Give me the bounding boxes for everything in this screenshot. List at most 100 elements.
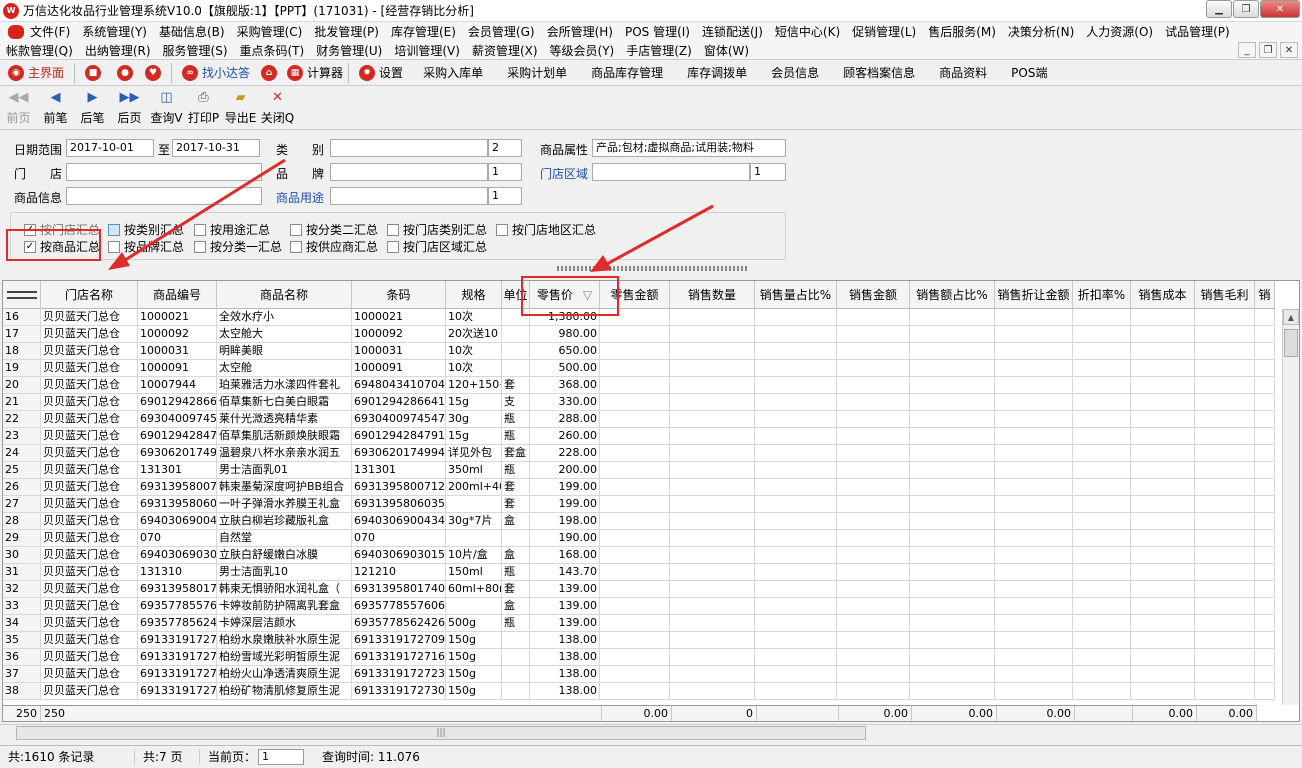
by-category-checkbox[interactable]: 按类别汇总 <box>108 221 184 238</box>
quick-link[interactable]: POS端 <box>999 64 1059 81</box>
category-input[interactable] <box>330 139 488 157</box>
house-button[interactable]: ⌂ <box>258 64 284 81</box>
menu-item[interactable]: 试品管理(P) <box>1159 23 1236 40</box>
menu-item[interactable]: 会员管理(G) <box>462 23 541 40</box>
menu-item[interactable]: 重点条码(T) <box>234 42 311 59</box>
menu-item[interactable]: 薪资管理(X) <box>466 42 544 59</box>
shield-button[interactable]: ♥ <box>141 64 169 81</box>
settings-button[interactable]: ✹ 设置 <box>351 64 411 81</box>
column-header-sales-amount-pct[interactable]: 销售额占比% <box>910 281 995 309</box>
table-row[interactable]: 31 贝贝蓝天门总仓 131310 男士洁面乳10 121210 150ml 瓶 143.70 <box>3 564 1275 581</box>
table-row[interactable]: 23贝贝蓝天门总仓6901294284791佰草集肌活新颜焕肤眼霜6901294… <box>3 428 1275 445</box>
menu-item[interactable]: 文件(F) <box>24 23 76 40</box>
menu-item[interactable]: 系统管理(Y) <box>76 23 153 40</box>
product-usage-input[interactable] <box>330 187 488 205</box>
column-header-more[interactable]: 销 <box>1255 281 1275 309</box>
last-page-button[interactable]: ▶▶ 后页 <box>111 86 148 129</box>
table-row[interactable]: 20 贝贝蓝天门总仓 10007944 珀莱雅活力水漾四件套礼 694804341070… <box>3 377 1275 394</box>
column-header-disc-amount[interactable]: 销售折让金额 <box>995 281 1073 309</box>
table-row[interactable]: 16 贝贝蓝天门总仓 1000021 全效水疗小 1000021 10次 1,380.00 <box>3 309 1275 326</box>
menu-item[interactable]: 批发管理(P) <box>308 23 385 40</box>
column-header-cost[interactable]: 销售成本 <box>1131 281 1195 309</box>
menu-item[interactable]: 连锁配送(J) <box>696 23 769 40</box>
menu-item[interactable]: POS 管理(I) <box>619 23 696 40</box>
store-input[interactable] <box>66 163 262 181</box>
by-cat1-checkbox[interactable]: 按分类一汇总 <box>194 238 282 255</box>
column-header-store[interactable]: 门店名称 <box>41 281 138 309</box>
quick-link[interactable]: 采购入库单 <box>411 64 495 81</box>
menu-item[interactable]: 库存管理(E) <box>385 23 462 40</box>
menu-item[interactable]: 服务管理(S) <box>157 42 234 59</box>
quick-link[interactable]: 顾客档案信息 <box>831 64 927 81</box>
table-row[interactable]: 38贝贝蓝天门总仓6913319172730柏纷矿物清肌修复原生泥6913319… <box>3 683 1275 700</box>
menu-item[interactable]: 基础信息(B) <box>153 23 231 40</box>
column-header-sales-qty-pct[interactable]: 销售量占比% <box>755 281 837 309</box>
menu-item[interactable]: 出纳管理(R) <box>79 42 157 59</box>
table-row[interactable]: 22贝贝蓝天门总仓6930400974547莱什光溦透亮精华素693040097… <box>3 411 1275 428</box>
store-region-input[interactable] <box>592 163 750 181</box>
menu-item[interactable]: 决策分析(N) <box>1002 23 1080 40</box>
column-header-barcode[interactable]: 条码 <box>352 281 446 309</box>
menu-item[interactable]: 手店管理(Z) <box>620 42 698 59</box>
table-row[interactable]: 29 贝贝蓝天门总仓 070 自然堂 070 190.00 <box>3 530 1275 547</box>
date-from-input[interactable]: 2017-10-01 <box>66 139 154 157</box>
product-usage-count[interactable]: 1 <box>488 187 522 205</box>
close-button[interactable]: ✕ 关闭Q <box>259 86 296 129</box>
menu-item[interactable]: 会所管理(H) <box>541 23 619 40</box>
next-record-button[interactable]: ▶ 后笔 <box>74 86 111 129</box>
column-header-sales-amount[interactable]: 销售金额 <box>837 281 910 309</box>
table-row[interactable]: 35贝贝蓝天门总仓6913319172709柏纷水泉嫩肤补水原生泥6913319… <box>3 632 1275 649</box>
column-header-code[interactable]: 商品编号 <box>138 281 217 309</box>
date-to-input[interactable]: 2017-10-31 <box>172 139 260 157</box>
category-count[interactable]: 2 <box>488 139 522 157</box>
store-region-count[interactable]: 1 <box>750 163 786 181</box>
table-row[interactable]: 28贝贝蓝天门总仓6940306900434立肤白柳岩珍藏版礼盒69403069… <box>3 513 1275 530</box>
scroll-up-icon[interactable]: ▲ <box>1283 309 1299 325</box>
column-header-sales-qty[interactable]: 销售数量 <box>670 281 755 309</box>
table-row[interactable]: 18 贝贝蓝天门总仓 1000031 明眸美眼 1000031 10次 650.00 <box>3 343 1275 360</box>
menu-item[interactable]: 培训管理(V) <box>388 42 466 59</box>
find-helper-button[interactable]: ∞ 找小达答 <box>174 64 258 81</box>
first-page-button[interactable]: ◀◀ 前页 <box>0 86 37 129</box>
lock-button[interactable]: ■ <box>77 64 113 81</box>
column-header-profit[interactable]: 销售毛利 <box>1195 281 1255 309</box>
table-row[interactable]: 36贝贝蓝天门总仓6913319172716柏纷雪域光彩明皙原生泥6913319… <box>3 649 1275 666</box>
restore-button[interactable]: ❐ <box>1233 0 1259 18</box>
by-store-area-checkbox[interactable]: 按门店地区汇总 <box>496 221 596 238</box>
brand-input[interactable] <box>330 163 488 181</box>
menu-item[interactable]: 售后服务(M) <box>922 23 1002 40</box>
column-header-spec[interactable]: 规格 <box>446 281 502 309</box>
menu-item[interactable]: 窗体(W) <box>698 42 755 59</box>
quick-link[interactable]: 库存调拨单 <box>675 64 759 81</box>
quick-link[interactable]: 商品资料 <box>927 64 999 81</box>
menu-item[interactable]: 等级会员(Y) <box>544 42 621 59</box>
print-button[interactable]: ⎙ 打印P <box>185 86 222 129</box>
vertical-scrollbar[interactable]: ▲ <box>1282 309 1299 705</box>
table-row[interactable]: 32贝贝蓝天门总仓6931395801740韩束无惧骄阳水润礼盒（6931395… <box>3 581 1275 598</box>
menu-item[interactable]: 采购管理(C) <box>231 23 309 40</box>
by-supplier-checkbox[interactable]: 按供应商汇总 <box>290 238 378 255</box>
close-window-button[interactable]: ✕ <box>1260 0 1300 18</box>
column-header-disc-rate[interactable]: 折扣率% <box>1073 281 1131 309</box>
chat-button[interactable]: ● <box>113 64 141 81</box>
scroll-thumb[interactable] <box>1284 329 1298 357</box>
column-header-name[interactable]: 商品名称 <box>217 281 352 309</box>
current-page-input[interactable]: 1 <box>258 749 305 765</box>
prev-record-button[interactable]: ◀ 前笔 <box>37 86 74 129</box>
menu-item[interactable]: 财务管理(U) <box>310 42 388 59</box>
panel-splitter-handle[interactable] <box>557 266 747 271</box>
menu-item[interactable]: 短信中心(K) <box>769 23 846 40</box>
table-row[interactable]: 26贝贝蓝天门总仓6931395800712韩束墨菊深度呵护BB组合693139… <box>3 479 1275 496</box>
minimize-button[interactable]: ▁ <box>1206 0 1232 18</box>
quick-link[interactable]: 商品库存管理 <box>579 64 675 81</box>
by-brand-checkbox[interactable]: 按品牌汇总 <box>108 238 184 255</box>
by-store-region-checkbox[interactable]: 按门店区域汇总 <box>387 238 487 255</box>
quick-link[interactable]: 会员信息 <box>759 64 831 81</box>
product-info-input[interactable] <box>66 187 262 205</box>
mdi-close-button[interactable]: ✕ <box>1280 42 1298 58</box>
product-attr-input[interactable]: 产品;包材;虚拟商品;试用装;物料 <box>592 139 786 157</box>
horizontal-scrollbar[interactable]: ||| <box>0 724 1302 741</box>
by-cat2-checkbox[interactable]: 按分类二汇总 <box>290 221 378 238</box>
table-row[interactable]: 19 贝贝蓝天门总仓 1000091 太空舱 1000091 10次 500.00 <box>3 360 1275 377</box>
menu-item[interactable]: 人力资源(O) <box>1080 23 1159 40</box>
